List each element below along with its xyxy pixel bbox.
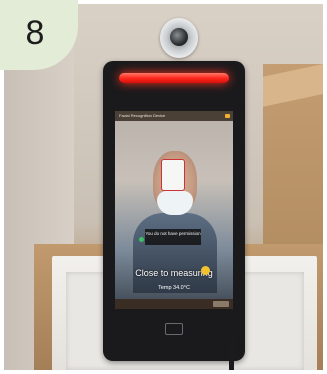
face-mask xyxy=(157,191,193,215)
device-screen: Facial Recognition Device You do not hav… xyxy=(115,111,233,309)
check-icon xyxy=(139,237,144,242)
held-cup xyxy=(161,159,185,191)
permission-message: You do not have permission xyxy=(145,229,201,245)
power-cable xyxy=(229,334,252,370)
smiley-icon xyxy=(201,266,210,275)
temperature-readout: Temp 34.0°C xyxy=(158,285,190,291)
person-body xyxy=(133,213,217,293)
camera-lens-icon xyxy=(170,28,188,46)
step-number: 8 xyxy=(25,13,45,52)
instruction-text: Close to measuring xyxy=(135,268,213,278)
screen-header: Facial Recognition Device xyxy=(115,111,233,121)
face-recognition-terminal: Facial Recognition Device You do not hav… xyxy=(103,61,245,361)
card-reader-icon xyxy=(165,323,183,335)
status-icon xyxy=(225,114,230,118)
footer-chip xyxy=(213,301,229,307)
red-led-bar xyxy=(119,73,229,83)
